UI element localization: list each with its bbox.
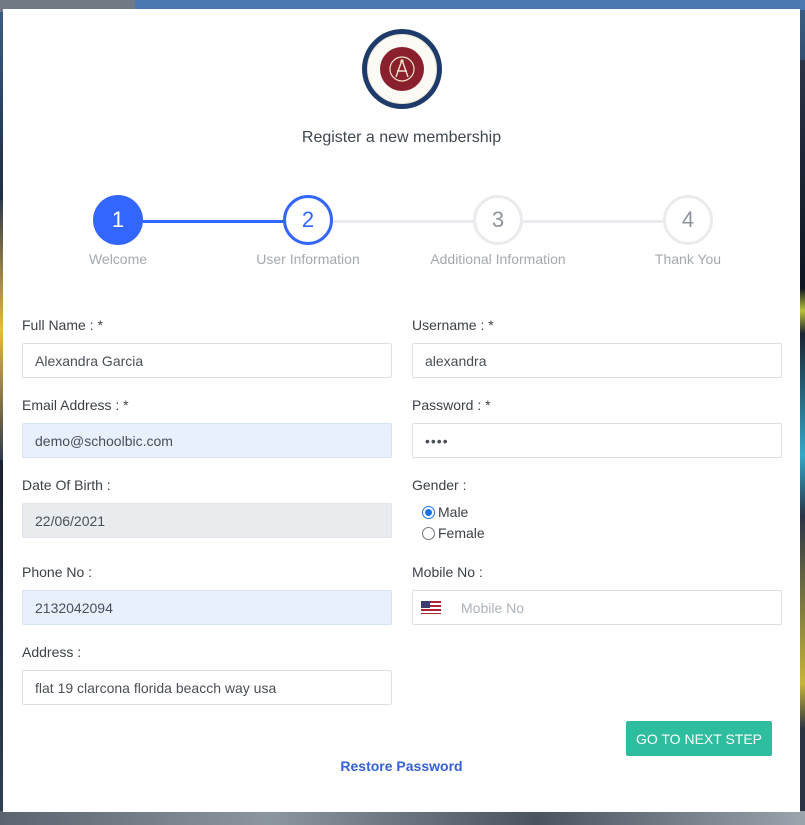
step-3-circle: 3 — [473, 195, 523, 245]
gender-male-radio[interactable] — [422, 505, 435, 519]
step-user-information[interactable]: 2 User Information — [218, 195, 398, 267]
step-2-circle: 2 — [283, 195, 333, 245]
step-welcome[interactable]: 1 Welcome — [28, 195, 208, 267]
step-thank-you[interactable]: 4 Thank You — [598, 195, 778, 267]
page-subtitle: Register a new membership — [301, 129, 502, 146]
dob-label: Date Of Birth : — [22, 477, 111, 493]
step-3-label: Additional Information — [430, 251, 566, 267]
mobile-input[interactable]: Mobile No — [412, 590, 782, 625]
registration-stepper: 1 Welcome 2 User Information 3 Additiona… — [3, 195, 800, 275]
gender-female-label: Female — [438, 525, 485, 541]
username-input[interactable]: alexandra — [412, 343, 782, 378]
next-step-button[interactable]: GO TO NEXT STEP — [626, 721, 772, 756]
password-input[interactable]: •••• — [412, 423, 782, 458]
full-name-label: Full Name : * — [22, 317, 103, 333]
mobile-placeholder: Mobile No — [461, 599, 525, 616]
full-name-input[interactable]: Alexandra Garcia — [22, 343, 392, 378]
gender-male-label: Male — [438, 504, 469, 520]
step-additional-information[interactable]: 3 Additional Information — [408, 195, 588, 267]
step-4-label: Thank You — [654, 251, 722, 267]
gender-option-male[interactable]: Male — [422, 504, 468, 520]
school-seal-logo — [362, 29, 442, 109]
step-1-circle: 1 — [93, 195, 143, 245]
seal-emblem-icon — [389, 56, 415, 82]
phone-label: Phone No : — [22, 564, 93, 580]
restore-password-text[interactable]: Restore Password — [340, 758, 462, 774]
us-flag-icon[interactable] — [421, 601, 441, 614]
step-2-label: User Information — [256, 251, 360, 267]
dob-input[interactable]: 22/06/2021 — [22, 503, 392, 538]
gender-label: Gender : — [412, 477, 467, 493]
phone-input[interactable]: 2132042094 — [22, 590, 392, 625]
password-label: Password : * — [412, 397, 491, 413]
registration-card: Register a new membership 1 Welcome 2 Us… — [3, 9, 800, 812]
background-bottom-strip — [0, 811, 805, 825]
step-4-circle: 4 — [663, 195, 713, 245]
gender-option-female[interactable]: Female — [422, 525, 485, 541]
username-label: Username : * — [412, 317, 494, 333]
gender-female-radio[interactable] — [422, 526, 435, 540]
email-input[interactable]: demo@schoolbic.com — [22, 423, 392, 458]
address-input[interactable]: flat 19 clarcona florida beacch way usa — [22, 670, 392, 705]
mobile-label: Mobile No : — [412, 564, 483, 580]
address-label: Address : — [22, 644, 82, 660]
restore-password-link: Restore Password — [3, 758, 800, 774]
email-label: Email Address : * — [22, 397, 129, 413]
step-1-label: Welcome — [88, 251, 148, 267]
